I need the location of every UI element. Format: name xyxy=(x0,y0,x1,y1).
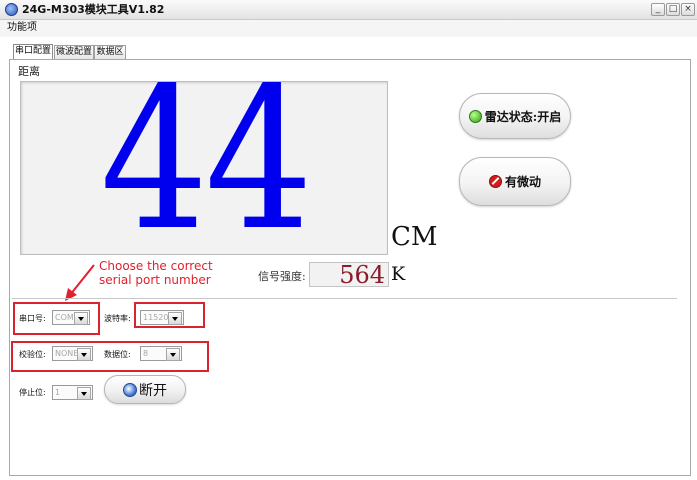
signal-strength-value: 564 xyxy=(339,261,385,289)
annotation-line-2: serial port number xyxy=(99,273,211,287)
stopbits-value: 1 xyxy=(55,388,61,397)
tab-data-area[interactable]: 数据区 xyxy=(94,45,126,59)
parity-select[interactable]: NONE xyxy=(52,346,93,361)
port-label: 串口号: xyxy=(19,314,46,323)
distance-label: 距离 xyxy=(18,65,40,78)
radar-status-button[interactable]: 雷达状态:开启 xyxy=(459,93,571,139)
tab-microwave-config[interactable]: 微波配置 xyxy=(54,45,94,59)
tab-serial-config[interactable]: 串口配置 xyxy=(13,44,53,60)
menu-bar xyxy=(0,20,697,37)
window-title: 24G-M303模块工具V1.82 xyxy=(22,3,165,16)
motion-status-label: 有微动 xyxy=(504,175,541,189)
radar-status-label: 雷达状态:开启 xyxy=(484,109,562,124)
distance-value: 44 xyxy=(100,81,313,255)
close-icon[interactable]: × xyxy=(681,3,695,16)
chevron-down-icon[interactable] xyxy=(74,312,88,325)
connection-icon xyxy=(123,382,137,397)
signal-strength-label: 信号强度: xyxy=(258,270,306,283)
stopbits-label: 停止位: xyxy=(19,388,46,397)
distance-unit: CM xyxy=(391,222,438,252)
port-select[interactable]: COM3 xyxy=(52,310,90,325)
app-icon xyxy=(5,3,18,16)
annotation-line-1: Choose the correct xyxy=(99,259,213,273)
databits-value: 8 xyxy=(143,349,149,358)
status-dot-icon xyxy=(468,109,482,123)
annotation-text: Choose the correct serial port number xyxy=(99,259,213,287)
databits-label: 数据位: xyxy=(104,350,131,359)
chevron-down-icon[interactable] xyxy=(168,312,182,325)
baud-label: 波特率: xyxy=(104,314,131,323)
chevron-down-icon[interactable] xyxy=(166,348,180,361)
maximize-icon[interactable]: □ xyxy=(666,3,680,16)
baud-select[interactable]: 115200 xyxy=(140,310,184,325)
parity-value: NONE xyxy=(55,349,79,358)
minimize-icon[interactable]: _ xyxy=(651,3,665,16)
disconnect-button[interactable]: 断开 xyxy=(104,375,186,404)
disconnect-label: 断开 xyxy=(139,382,167,399)
menu-item-functions[interactable]: 功能项 xyxy=(7,20,37,36)
signal-strength-unit: K xyxy=(391,263,406,285)
chevron-down-icon[interactable] xyxy=(77,348,91,361)
distance-display: 44 xyxy=(20,81,388,255)
separator xyxy=(12,298,677,299)
prohibited-icon xyxy=(488,175,502,188)
motion-status-button[interactable]: 有微动 xyxy=(459,157,571,206)
signal-strength-display: 564 xyxy=(309,261,389,289)
parity-label: 校验位: xyxy=(19,350,46,359)
databits-select[interactable]: 8 xyxy=(140,346,182,361)
chevron-down-icon[interactable] xyxy=(77,387,91,400)
stopbits-select[interactable]: 1 xyxy=(52,385,93,400)
